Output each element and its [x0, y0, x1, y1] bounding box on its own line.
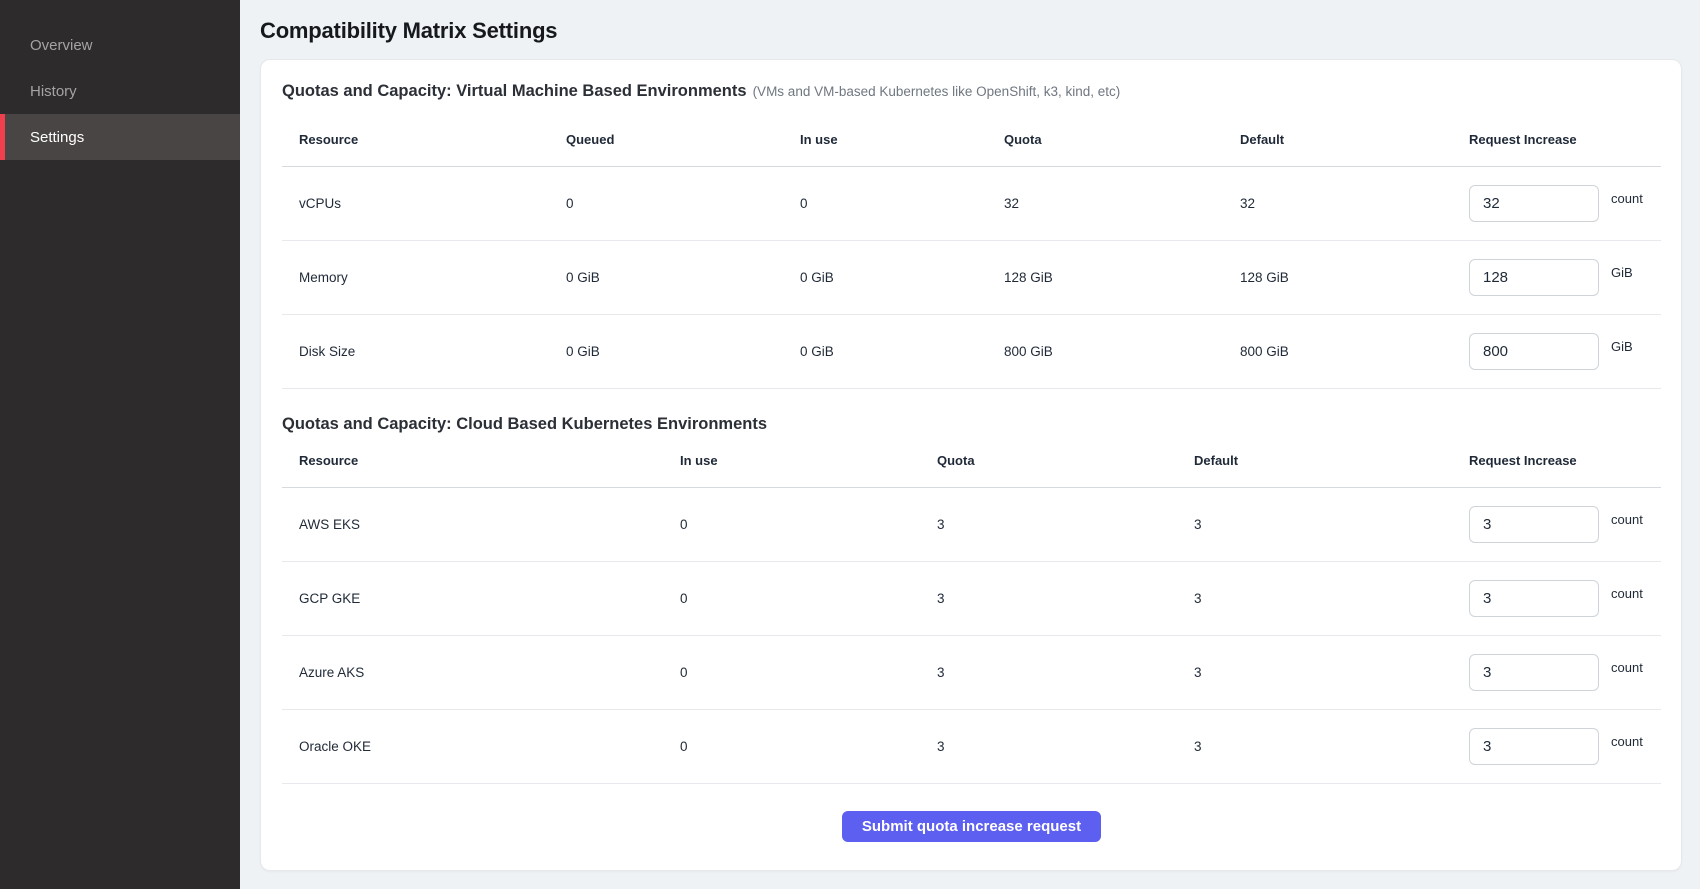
k8s-col-quota: Quota: [920, 453, 1177, 468]
vcpus-default-value: 32: [1223, 196, 1452, 211]
gcp-gke-in-use-value: 0: [663, 591, 920, 606]
memory-resource-label: Memory: [282, 270, 549, 285]
oracle-oke-request-input[interactable]: [1469, 728, 1599, 765]
vm-col-default: Default: [1223, 132, 1452, 147]
k8s-table-header-row: Resource In use Quota Default Request In…: [282, 436, 1661, 488]
vm-table-header-row: Resource Queued In use Quota Default Req…: [282, 103, 1661, 167]
vcpus-resource-label: vCPUs: [282, 196, 549, 211]
disk-default-value: 800 GiB: [1223, 344, 1452, 359]
gcp-gke-request-input[interactable]: [1469, 580, 1599, 617]
vm-col-in-use: In use: [783, 132, 987, 147]
aws-eks-quota-value: 3: [920, 517, 1177, 532]
main-content: Compatibility Matrix Settings Quotas and…: [240, 0, 1700, 889]
sidebar-item-overview-label: Overview: [30, 37, 93, 54]
gcp-gke-default-value: 3: [1177, 591, 1452, 606]
vcpus-quota-value: 32: [987, 196, 1223, 211]
k8s-quota-table: Resource In use Quota Default Request In…: [282, 436, 1661, 784]
sidebar-item-history[interactable]: History: [0, 68, 240, 114]
disk-request-input[interactable]: [1469, 333, 1599, 370]
azure-aks-default-value: 3: [1177, 665, 1452, 680]
oracle-oke-quota-value: 3: [920, 739, 1177, 754]
page-title: Compatibility Matrix Settings: [260, 18, 1682, 44]
aws-eks-unit-label: count: [1611, 512, 1643, 527]
memory-quota-value: 128 GiB: [987, 270, 1223, 285]
vm-col-request-increase: Request Increase: [1452, 132, 1661, 147]
sidebar-item-settings[interactable]: Settings: [0, 114, 240, 160]
aws-eks-in-use-value: 0: [663, 517, 920, 532]
memory-in-use-value: 0 GiB: [783, 270, 987, 285]
disk-request-cell: GiB: [1452, 333, 1661, 370]
azure-aks-resource-label: Azure AKS: [282, 665, 663, 680]
memory-request-input[interactable]: [1469, 259, 1599, 296]
vcpus-request-input[interactable]: [1469, 185, 1599, 222]
gcp-gke-resource-label: GCP GKE: [282, 591, 663, 606]
azure-aks-in-use-value: 0: [663, 665, 920, 680]
sidebar-item-history-label: History: [30, 83, 77, 100]
vm-col-queued: Queued: [549, 132, 783, 147]
card-footer: Submit quota increase request: [282, 811, 1661, 842]
memory-request-cell: GiB: [1452, 259, 1661, 296]
memory-queued-value: 0 GiB: [549, 270, 783, 285]
table-row-gcp-gke: GCP GKE 0 3 3 count: [282, 562, 1661, 636]
sidebar-item-settings-label: Settings: [30, 129, 84, 146]
sidebar-item-overview[interactable]: Overview: [0, 22, 240, 68]
disk-in-use-value: 0 GiB: [783, 344, 987, 359]
quota-settings-card: Quotas and Capacity: Virtual Machine Bas…: [260, 59, 1682, 871]
vm-quota-table: Resource Queued In use Quota Default Req…: [282, 103, 1661, 389]
k8s-col-in-use: In use: [663, 453, 920, 468]
disk-queued-value: 0 GiB: [549, 344, 783, 359]
aws-eks-default-value: 3: [1177, 517, 1452, 532]
vm-section-title: Quotas and Capacity: Virtual Machine Bas…: [282, 82, 1661, 101]
aws-eks-resource-label: AWS EKS: [282, 517, 663, 532]
disk-resource-label: Disk Size: [282, 344, 549, 359]
vm-col-quota: Quota: [987, 132, 1223, 147]
gcp-gke-request-cell: count: [1452, 580, 1661, 617]
aws-eks-request-input[interactable]: [1469, 506, 1599, 543]
vcpus-in-use-value: 0: [783, 196, 987, 211]
azure-aks-unit-label: count: [1611, 660, 1643, 675]
table-row-disk-size: Disk Size 0 GiB 0 GiB 800 GiB 800 GiB Gi…: [282, 315, 1661, 389]
memory-default-value: 128 GiB: [1223, 270, 1452, 285]
vcpus-unit-label: count: [1611, 191, 1643, 206]
vcpus-queued-value: 0: [549, 196, 783, 211]
gcp-gke-quota-value: 3: [920, 591, 1177, 606]
table-row-azure-aks: Azure AKS 0 3 3 count: [282, 636, 1661, 710]
k8s-col-resource: Resource: [282, 453, 663, 468]
disk-unit-label: GiB: [1611, 339, 1633, 354]
k8s-col-default: Default: [1177, 453, 1452, 468]
oracle-oke-resource-label: Oracle OKE: [282, 739, 663, 754]
vm-section-subtitle: (VMs and VM-based Kubernetes like OpenSh…: [753, 84, 1121, 99]
vcpus-request-cell: count: [1452, 185, 1661, 222]
table-row-vcpus: vCPUs 0 0 32 32 count: [282, 167, 1661, 241]
aws-eks-request-cell: count: [1452, 506, 1661, 543]
table-row-aws-eks: AWS EKS 0 3 3 count: [282, 488, 1661, 562]
vm-section-title-text: Quotas and Capacity: Virtual Machine Bas…: [282, 82, 747, 100]
oracle-oke-default-value: 3: [1177, 739, 1452, 754]
azure-aks-request-cell: count: [1452, 654, 1661, 691]
memory-unit-label: GiB: [1611, 265, 1633, 280]
k8s-section-title: Quotas and Capacity: Cloud Based Kuberne…: [282, 415, 1661, 434]
disk-quota-value: 800 GiB: [987, 344, 1223, 359]
azure-aks-quota-value: 3: [920, 665, 1177, 680]
sidebar: Overview History Settings: [0, 0, 240, 889]
azure-aks-request-input[interactable]: [1469, 654, 1599, 691]
table-row-memory: Memory 0 GiB 0 GiB 128 GiB 128 GiB GiB: [282, 241, 1661, 315]
gcp-gke-unit-label: count: [1611, 586, 1643, 601]
oracle-oke-unit-label: count: [1611, 734, 1643, 749]
table-row-oracle-oke: Oracle OKE 0 3 3 count: [282, 710, 1661, 784]
k8s-col-request-increase: Request Increase: [1452, 453, 1661, 468]
oracle-oke-request-cell: count: [1452, 728, 1661, 765]
vm-col-resource: Resource: [282, 132, 549, 147]
oracle-oke-in-use-value: 0: [663, 739, 920, 754]
submit-quota-increase-button[interactable]: Submit quota increase request: [842, 811, 1101, 842]
